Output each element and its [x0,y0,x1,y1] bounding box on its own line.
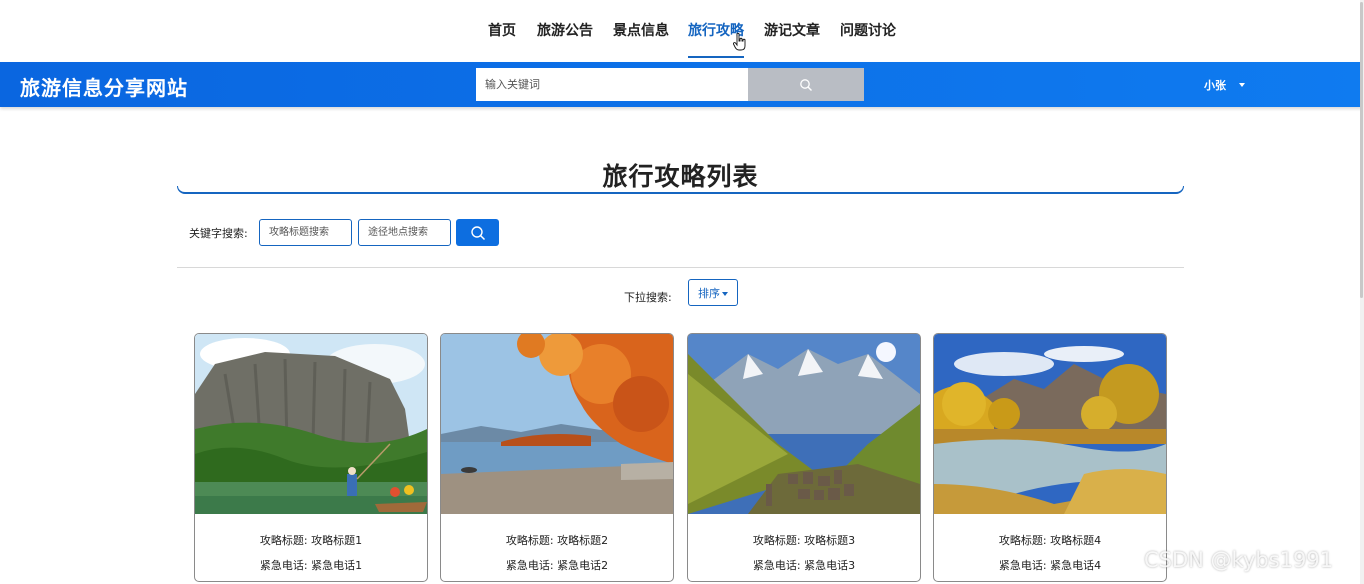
nav-item-home[interactable]: 首页 [488,20,516,58]
divider [177,267,1184,268]
guide-card[interactable]: 攻略标题: 攻略标题4 紧急电话: 紧急电话4 [933,333,1167,582]
sort-label: 排序 [698,286,720,300]
keyword-search-label: 关键字搜索: [189,227,248,240]
guide-card-phone: 紧急电话: 紧急电话4 [998,559,1102,572]
dropdown-search-label: 下拉搜索: [624,291,672,304]
guide-card-title: 攻略标题: 攻略标题4 [998,534,1102,547]
route-place-search-input[interactable] [358,219,451,246]
scrollbar-thumb[interactable] [1360,2,1363,298]
nav-item-travel-notes[interactable]: 游记文章 [764,20,820,58]
user-menu[interactable]: 小张 [1204,77,1226,93]
site-title: 旅游信息分享网站 [20,76,188,100]
guide-card-phone: 紧急电话: 紧急电话2 [505,559,609,572]
watermark: CSDN @kybs1991 [1144,548,1334,572]
top-search-input[interactable] [476,68,748,101]
nav-item-announcements[interactable]: 旅游公告 [537,20,593,58]
guide-card-phone: 紧急电话: 紧急电话3 [752,559,856,572]
search-icon [800,78,812,91]
guide-card-image[interactable] [934,334,1166,514]
top-nav: 首页 旅游公告 景点信息 旅行攻略 游记文章 问题讨论 [0,0,1364,62]
guide-card[interactable]: 攻略标题: 攻略标题3 紧急电话: 紧急电话3 [687,333,921,582]
chevron-down-icon[interactable] [1239,83,1245,87]
top-search-button[interactable] [748,68,864,101]
header-bar: 旅游信息分享网站 小张 [0,62,1364,107]
guide-title-search-input[interactable] [259,219,352,246]
guide-card-image[interactable] [688,334,920,514]
guide-card[interactable]: 攻略标题: 攻略标题2 紧急电话: 紧急电话2 [440,333,674,582]
guide-card-title: 攻略标题: 攻略标题1 [259,534,363,547]
guide-card-image[interactable] [195,334,427,514]
title-underline [177,186,1184,194]
guide-card-title: 攻略标题: 攻略标题3 [752,534,856,547]
guide-card[interactable]: 攻略标题: 攻略标题1 紧急电话: 紧急电话1 [194,333,428,582]
nav-item-attractions[interactable]: 景点信息 [613,20,669,58]
guide-card-title: 攻略标题: 攻略标题2 [505,534,609,547]
nav-item-discussion[interactable]: 问题讨论 [840,20,896,58]
hand-cursor-icon [733,33,746,51]
sort-dropdown-button[interactable]: 排序 [688,279,738,306]
guide-card-phone: 紧急电话: 紧急电话1 [259,559,363,572]
search-icon [470,225,485,240]
chevron-down-icon [722,291,728,296]
keyword-search-button[interactable] [456,219,499,246]
guide-card-image[interactable] [441,334,673,514]
